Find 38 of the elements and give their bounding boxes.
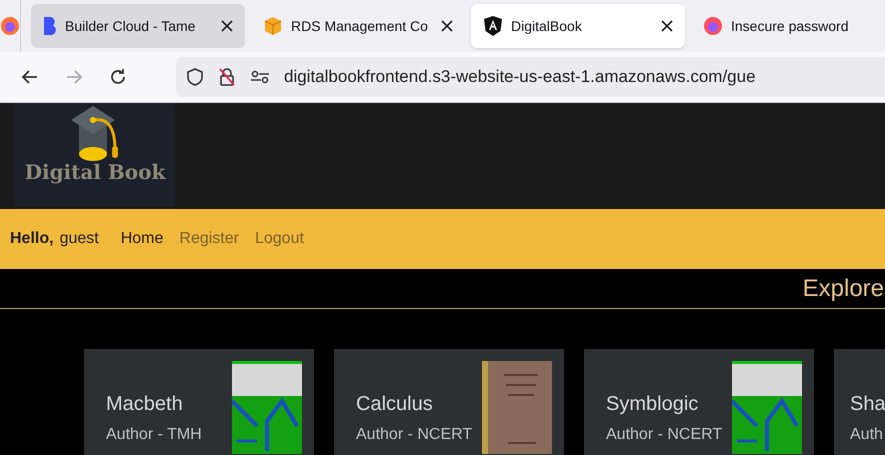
book-title: Calculus xyxy=(356,392,434,417)
browser-tab[interactable]: DigitalBook xyxy=(471,4,685,48)
book-title: Symblogic xyxy=(606,392,700,417)
page-heading: Explore xyxy=(802,274,884,304)
book-title: Macbeth xyxy=(106,392,184,417)
browser-tab[interactable]: RDS Management Co xyxy=(251,4,465,48)
browser-logo-icon[interactable] xyxy=(0,16,20,36)
browser-tab[interactable]: Builder Cloud - Tame xyxy=(31,4,245,48)
book-author: Author - NCERT xyxy=(356,425,474,445)
close-icon[interactable] xyxy=(441,20,453,32)
shield-a-logo-icon xyxy=(483,15,503,37)
book-card[interactable]: Calculus Author - NCERT xyxy=(334,349,564,455)
book-author: Author - TMH xyxy=(106,425,203,445)
book-author: Auth xyxy=(850,425,884,445)
address-bar[interactable]: digitalbookfrontend.s3-website-us-east-1.amazonaws.com/gue xyxy=(176,57,885,97)
book-author: Author - NCERT xyxy=(606,425,724,445)
username: guest xyxy=(60,229,99,249)
reload-icon[interactable] xyxy=(108,67,128,87)
browser-tab[interactable]: Insecure password xyxy=(691,4,885,48)
close-icon[interactable] xyxy=(661,20,673,32)
tab-title: Insecure password xyxy=(731,16,850,36)
b-logo-icon xyxy=(43,16,57,36)
logo-text: Digital Book xyxy=(24,162,166,182)
browser-logo-icon xyxy=(703,16,723,36)
greeting-label: Hello, xyxy=(10,229,54,249)
graduation-cap-icon xyxy=(71,106,119,162)
nav-link[interactable]: Home xyxy=(120,227,164,251)
book-card[interactable]: Symblogic Author - NCERT xyxy=(584,349,814,455)
insecure-lock-icon[interactable] xyxy=(218,67,236,87)
tab-title: RDS Management Co xyxy=(291,16,429,36)
tab-title: Builder Cloud - Tame xyxy=(65,16,196,36)
book-card[interactable]: Macbeth Author - TMH xyxy=(84,349,314,455)
cube-icon xyxy=(263,16,283,36)
permissions-icon[interactable] xyxy=(250,69,270,85)
logo[interactable]: Digital Book xyxy=(15,103,175,207)
shield-icon[interactable] xyxy=(186,67,204,87)
tab-title: DigitalBook xyxy=(511,16,583,36)
close-icon[interactable] xyxy=(221,20,233,32)
